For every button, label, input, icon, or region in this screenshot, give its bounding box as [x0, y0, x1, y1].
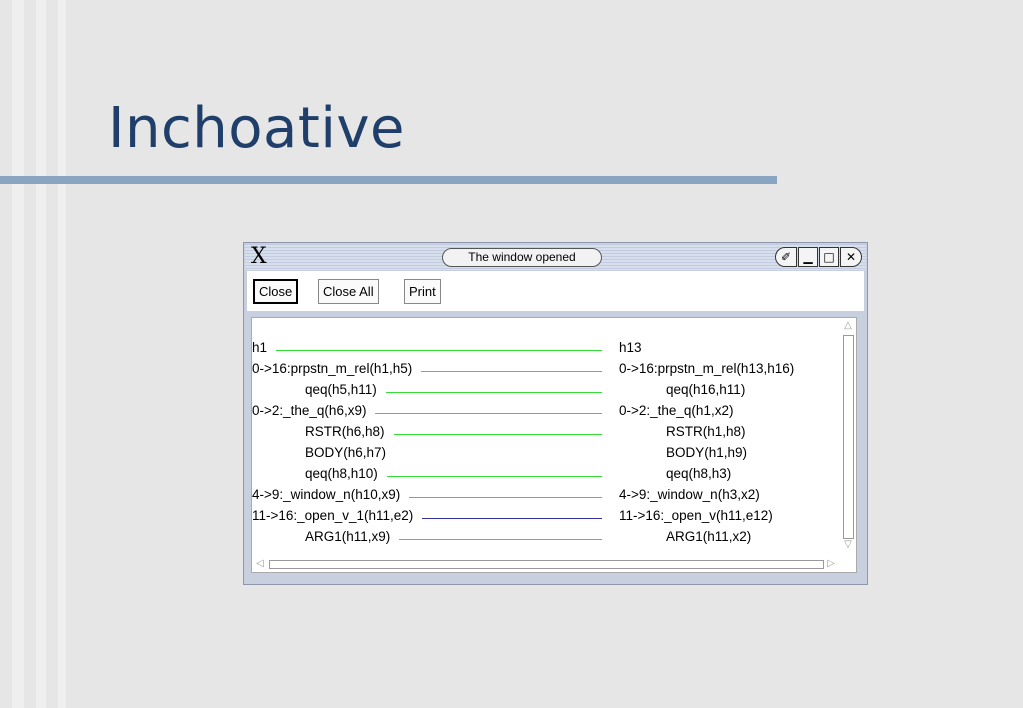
mrs-left-item[interactable]: qeq(h5,h11): [305, 382, 377, 397]
mrs-row: 0->16:prpstn_m_rel(h1,h5) 0->16:prpstn_m_…: [252, 361, 840, 382]
mismatch-link: [422, 518, 602, 519]
scroll-down-icon[interactable]: ▽: [842, 538, 854, 552]
mrs-row: BODY(h6,h7) BODY(h1,h9): [252, 445, 840, 466]
mrs-right-item[interactable]: qeq(h8,h3): [666, 466, 731, 481]
slide-title: Inchoative: [108, 96, 405, 161]
match-link: [394, 434, 602, 435]
match-link: [421, 371, 602, 372]
mrs-right-item[interactable]: BODY(h1,h9): [666, 445, 747, 460]
title-rule: [0, 176, 777, 184]
mrs-right-item[interactable]: 0->2:_the_q(h1,x2): [619, 403, 733, 418]
scroll-left-icon[interactable]: ◁: [253, 557, 267, 570]
scroll-right-icon[interactable]: ▷: [824, 557, 838, 570]
match-link: [399, 539, 602, 540]
vertical-scroll-track[interactable]: [843, 335, 854, 539]
mrs-row: ARG1(h11,x9) ARG1(h11,x2): [252, 529, 840, 550]
mrs-left-item[interactable]: 11->16:_open_v_1(h11,e2): [252, 508, 413, 523]
background-stripe: [36, 0, 46, 708]
mrs-row: qeq(h8,h10) qeq(h8,h3): [252, 466, 840, 487]
mrs-left-item[interactable]: 4->9:_window_n(h10,x9): [252, 487, 400, 502]
background-stripe: [12, 0, 24, 708]
mrs-left-item[interactable]: qeq(h8,h10): [305, 466, 378, 481]
mrs-right-item[interactable]: h13: [619, 340, 642, 355]
mrs-right-item[interactable]: RSTR(h1,h8): [666, 424, 746, 439]
minimize-icon[interactable]: ▁: [798, 247, 818, 267]
window-controls: ✐ ▁ □ ✕: [774, 247, 862, 267]
mrs-row: qeq(h5,h11) qeq(h16,h11): [252, 382, 840, 403]
mrs-right-item[interactable]: 4->9:_window_n(h3,x2): [619, 487, 760, 502]
horizontal-scroll-track[interactable]: [269, 560, 824, 569]
x-logo-icon: X: [251, 244, 267, 269]
close-icon[interactable]: ✕: [840, 247, 862, 267]
vertical-scrollbar[interactable]: △ ▽: [840, 318, 856, 556]
mrs-window: X The window opened ✐ ▁ □ ✕ Close Close …: [243, 242, 868, 585]
match-link: [409, 497, 602, 498]
mrs-left-item[interactable]: BODY(h6,h7): [305, 445, 386, 460]
pin-icon[interactable]: ✐: [775, 247, 797, 267]
match-link: [386, 392, 602, 393]
mrs-row: RSTR(h6,h8) RSTR(h1,h8): [252, 424, 840, 445]
mrs-left-item[interactable]: 0->16:prpstn_m_rel(h1,h5): [252, 361, 412, 376]
mrs-row: 0->2:_the_q(h6,x9) 0->2:_the_q(h1,x2): [252, 403, 840, 424]
mrs-right-item[interactable]: ARG1(h11,x2): [666, 529, 751, 544]
mrs-right-item[interactable]: 11->16:_open_v(h11,e12): [619, 508, 773, 523]
mrs-right-item[interactable]: 0->16:prpstn_m_rel(h13,h16): [619, 361, 794, 376]
mrs-row: h1 h13: [252, 340, 840, 361]
mrs-comparison: h1 h13 0->16:prpstn_m_rel(h1,h5) 0->16:prps…: [252, 318, 840, 556]
mrs-comparison-canvas: h1 h13 0->16:prpstn_m_rel(h1,h5) 0->16:prps…: [251, 317, 857, 573]
mrs-left-item[interactable]: 0->2:_the_q(h6,x9): [252, 403, 366, 418]
window-toolbar: Close Close All Print: [247, 271, 864, 311]
horizontal-scrollbar[interactable]: ◁ ▷: [252, 556, 840, 572]
match-link: [375, 413, 602, 414]
maximize-icon[interactable]: □: [819, 247, 839, 267]
match-link: [387, 476, 602, 477]
mrs-right-item[interactable]: qeq(h16,h11): [666, 382, 745, 397]
mrs-left-item[interactable]: ARG1(h11,x9): [305, 529, 390, 544]
mrs-left-item[interactable]: RSTR(h6,h8): [305, 424, 385, 439]
mrs-row: 11->16:_open_v_1(h11,e2) 11->16:_open_v(h…: [252, 508, 840, 529]
match-link: [276, 350, 602, 351]
background-stripe: [58, 0, 66, 708]
scroll-up-icon[interactable]: △: [842, 319, 854, 333]
print-button[interactable]: Print: [404, 279, 441, 304]
close-all-button[interactable]: Close All: [318, 279, 379, 304]
mrs-left-item[interactable]: h1: [252, 340, 267, 355]
window-titlebar[interactable]: X The window opened ✐ ▁ □ ✕: [245, 244, 866, 270]
mrs-row: 4->9:_window_n(h10,x9) 4->9:_window_n(h3,…: [252, 487, 840, 508]
close-button[interactable]: Close: [253, 279, 299, 304]
window-title: The window opened: [442, 248, 602, 267]
